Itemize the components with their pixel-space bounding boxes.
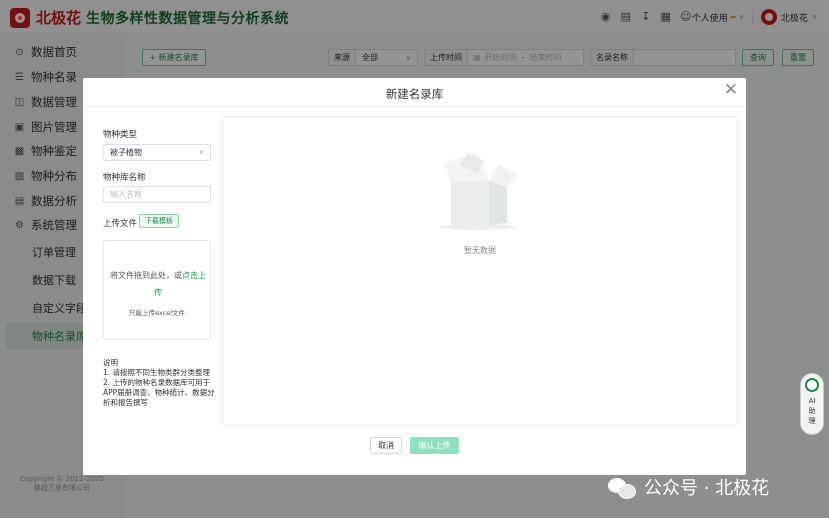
close-icon[interactable]: ✕: [724, 81, 738, 99]
empty-state-text: 暂无数据: [464, 246, 496, 255]
chevron-down-icon: ∨: [198, 148, 204, 156]
preview-panel: 暂无数据: [222, 116, 738, 426]
notes-title: 说明: [103, 358, 118, 367]
library-name-label: 物种库名称: [103, 173, 146, 183]
ai-label-line-1: AI: [808, 397, 816, 405]
library-name-placeholder: 输入名称: [110, 190, 142, 199]
species-type-value: 被子植物: [110, 148, 142, 157]
watermark: 公众号 · 北极花: [608, 474, 769, 500]
wechat-icon: [608, 476, 636, 499]
watermark-text: 公众号 · 北极花: [644, 478, 770, 499]
download-template-button[interactable]: 下载模板: [139, 214, 179, 228]
cancel-button[interactable]: 取消: [370, 437, 402, 454]
dropzone-hint: 只能上传excel文件: [129, 309, 185, 317]
new-library-dialog: 新建名录库 ✕ 物种类型 被子植物 ∨ 物种库名称 输入名称 上传文件 下载模板…: [83, 78, 746, 475]
species-type-label: 物种类型: [103, 130, 138, 140]
species-type-select[interactable]: 被子植物 ∨: [103, 144, 211, 161]
ai-assistant-label: AI 助 理: [801, 396, 823, 426]
dropzone-instruction: 将文件拖到此处，或: [110, 271, 182, 280]
notes-line-1: 1. 请按照不同生物类群分类整理: [103, 368, 211, 377]
dialog-divider: [83, 106, 746, 107]
ai-assistant-icon: [805, 378, 819, 392]
upload-dropzone[interactable]: 将文件拖到此处，或点击上传 只能上传excel文件: [103, 240, 211, 340]
ai-label-line-2: 助: [808, 407, 816, 415]
ai-assistant-button[interactable]: AI 助 理: [800, 373, 824, 435]
confirm-upload-button[interactable]: 确认上传: [410, 437, 459, 454]
library-name-input[interactable]: 输入名称: [103, 186, 211, 203]
dropzone-text: 将文件拖到此处，或点击上传: [108, 267, 208, 301]
ai-label-line-3: 理: [808, 417, 816, 425]
upload-notes: 说明 1. 请按照不同生物类群分类整理 2. 上传的物种名录数据库可用于APP届…: [103, 358, 215, 408]
dialog-title: 新建名录库: [385, 87, 444, 101]
empty-box-icon: [440, 153, 517, 230]
notes-line-2: 2. 上传的物种名录数据库可用于APP届册调查、物种统计、数据分析和报告撰写: [103, 378, 215, 407]
upload-file-label: 上传文件: [103, 219, 138, 229]
